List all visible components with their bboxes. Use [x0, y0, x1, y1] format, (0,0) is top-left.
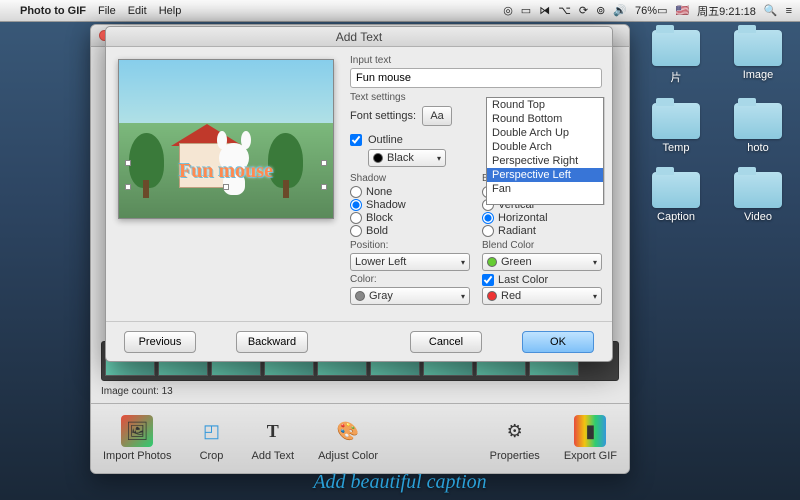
shape-option[interactable]: Double Arch [487, 140, 603, 154]
shadow-position-dropdown[interactable]: Lower Left▾ [350, 253, 470, 271]
clock[interactable]: 周五9:21:18 [697, 3, 756, 19]
desktop-folder[interactable]: Image [726, 30, 790, 85]
notifications-icon[interactable]: ≡ [786, 5, 792, 17]
desktop-folder[interactable]: Temp [644, 103, 708, 154]
bluetooth-icon[interactable]: ⧒ [539, 4, 550, 17]
shadow-radio-block[interactable]: Block [350, 212, 470, 224]
shadow-radio-shadow[interactable]: Shadow [350, 199, 470, 211]
menu-edit[interactable]: Edit [128, 5, 147, 17]
spotlight-icon[interactable]: 🔍 [764, 4, 778, 17]
font-picker-button[interactable]: Aa [422, 106, 452, 126]
shape-option[interactable]: Round Bottom [487, 112, 603, 126]
folder-icon [652, 172, 700, 208]
display-icon[interactable]: ▭ [521, 4, 531, 17]
export-icon: ▮ [574, 415, 606, 447]
input-flag[interactable]: 🇺🇸 [675, 4, 689, 17]
status-icon[interactable]: ◎ [503, 4, 513, 17]
blend-color-label: Blend Color [482, 240, 602, 251]
shape-option[interactable]: Double Arch Up [487, 126, 603, 140]
properties-button[interactable]: ⚙Properties [490, 415, 540, 462]
add-text-dialog: Add Text Fun mouse Input text Text setti… [105, 26, 613, 362]
blend-radio-horizontal[interactable]: Horizontal [482, 212, 602, 224]
preview-pane: Fun mouse [106, 47, 346, 321]
shadow-radio-none[interactable]: None [350, 186, 470, 198]
import-photos-button[interactable]: 🖼Import Photos [103, 415, 171, 462]
image-count-label: Image count: 13 [101, 386, 173, 397]
shape-option[interactable]: Perspective Left [487, 168, 603, 182]
menu-help[interactable]: Help [159, 5, 182, 17]
battery-status[interactable]: 76%▭ [635, 4, 667, 17]
backward-button[interactable]: Backward [236, 331, 308, 353]
palette-icon: 🎨 [332, 415, 364, 447]
blend-radio-radiant[interactable]: Radiant [482, 225, 602, 237]
tagline: Add beautiful caption [0, 471, 800, 494]
outline-label: Outline [368, 134, 403, 146]
shape-option[interactable]: Perspective Right [487, 154, 603, 168]
resize-handle[interactable] [223, 184, 229, 190]
crop-button[interactable]: ◰Crop [195, 415, 227, 462]
swatch-icon [487, 257, 497, 267]
resize-handle[interactable] [321, 160, 327, 166]
resize-handle[interactable] [321, 184, 327, 190]
crop-icon: ◰ [195, 415, 227, 447]
outline-checkbox[interactable] [350, 134, 362, 146]
export-gif-button[interactable]: ▮Export GIF [564, 415, 617, 462]
keyboard-icon[interactable]: ⌥ [558, 4, 571, 17]
volume-icon[interactable]: 🔊 [613, 4, 627, 17]
folder-icon [652, 103, 700, 139]
font-settings-label: Font settings: [350, 110, 416, 122]
desktop-folders: 片 Image Temp hoto Caption Video [644, 30, 790, 223]
menu-file[interactable]: File [98, 5, 116, 17]
swatch-icon [373, 153, 383, 163]
settings-pane: Input text Text settings Font settings: … [346, 47, 612, 321]
dialog-title: Add Text [106, 27, 612, 47]
preview-image[interactable]: Fun mouse [118, 59, 334, 219]
shadow-color-label: Color: [350, 274, 470, 285]
blend-color-dropdown[interactable]: Green▾ [482, 253, 602, 271]
shape-option[interactable]: Fan [487, 182, 603, 196]
wifi-icon[interactable]: ⊚ [596, 4, 605, 17]
input-text-field[interactable] [350, 68, 602, 88]
shadow-color-dropdown[interactable]: Gray▾ [350, 287, 470, 305]
last-color-dropdown[interactable]: Red▾ [482, 287, 602, 305]
adjust-color-button[interactable]: 🎨Adjust Color [318, 415, 378, 462]
shadow-position-label: Position: [350, 240, 470, 251]
desktop-folder[interactable]: 片 [644, 30, 708, 85]
previous-button[interactable]: Previous [124, 331, 196, 353]
shape-listbox[interactable]: Round Top Round Bottom Double Arch Up Do… [486, 97, 604, 205]
folder-icon [734, 172, 782, 208]
last-color-checkbox[interactable]: Last Color [482, 274, 602, 286]
dialog-buttons: Previous Backward Cancel OK [106, 321, 612, 361]
outline-color-dropdown[interactable]: Black ▾ [368, 149, 446, 167]
sync-icon[interactable]: ⟳ [579, 4, 588, 17]
desktop-folder[interactable]: hoto [726, 103, 790, 154]
folder-icon [734, 30, 782, 66]
gear-icon: ⚙ [499, 415, 531, 447]
ok-button[interactable]: OK [522, 331, 594, 353]
swatch-icon [355, 291, 365, 301]
shadow-radio-bold[interactable]: Bold [350, 225, 470, 237]
preview-caption-text: Fun mouse [119, 160, 333, 183]
folder-icon [652, 30, 700, 66]
app-name[interactable]: Photo to GIF [20, 5, 86, 17]
resize-handle[interactable] [125, 184, 131, 190]
cancel-button[interactable]: Cancel [410, 331, 482, 353]
resize-handle[interactable] [125, 160, 131, 166]
desktop-folder[interactable]: Caption [644, 172, 708, 223]
desktop-folder[interactable]: Video [726, 172, 790, 223]
folder-icon [734, 103, 782, 139]
menubar: Photo to GIF File Edit Help ◎ ▭ ⧒ ⌥ ⟳ ⊚ … [0, 0, 800, 22]
add-text-button[interactable]: TAdd Text [251, 415, 294, 462]
toolbar: 🖼Import Photos ◰Crop TAdd Text 🎨Adjust C… [91, 403, 629, 473]
shadow-group-label: Shadow [350, 173, 470, 184]
text-icon: T [257, 415, 289, 447]
shape-option[interactable]: Round Top [487, 98, 603, 112]
swatch-icon [487, 291, 497, 301]
import-icon: 🖼 [121, 415, 153, 447]
input-text-label: Input text [350, 55, 602, 66]
